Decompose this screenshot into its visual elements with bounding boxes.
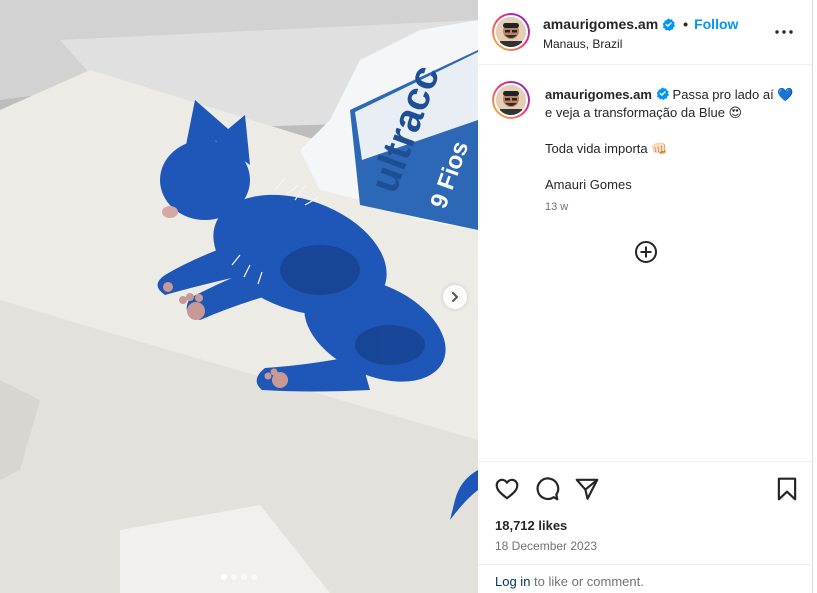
caption-timestamp[interactable]: 13 w xyxy=(545,201,568,213)
more-options-icon xyxy=(775,30,793,34)
login-link[interactable]: Log in xyxy=(495,574,530,589)
carousel-dots xyxy=(0,574,478,580)
caption-line: Toda vida importa 👊🏻 xyxy=(545,141,668,156)
caption-line: Amauri Gomes xyxy=(545,177,632,192)
caption-text: amaurigomes.am Passa pro lado aí 💙 e vej… xyxy=(545,86,800,194)
avatar-image xyxy=(496,85,526,115)
post-panel: amaurigomes.am • Follow Manaus, Brazil a… xyxy=(478,0,813,593)
post-actions: 18,712 likes 18 December 2023 xyxy=(478,461,813,561)
separator-dot: • xyxy=(683,16,689,32)
avatar[interactable] xyxy=(492,81,530,119)
username[interactable]: amaurigomes.am xyxy=(543,16,658,32)
bookmark-icon xyxy=(777,477,797,501)
avatar-image xyxy=(496,17,526,47)
post-photo: ultracc 9 Fios xyxy=(0,0,478,593)
post-media[interactable]: ultracc 9 Fios xyxy=(0,0,478,593)
carousel-next-button[interactable] xyxy=(443,285,467,309)
save-button[interactable] xyxy=(774,476,800,502)
location-link[interactable]: Manaus, Brazil xyxy=(543,37,622,51)
plus-circle-icon xyxy=(635,241,657,263)
load-more-comments-button[interactable] xyxy=(634,240,658,264)
carousel-dot xyxy=(251,574,257,580)
login-prompt-text: to like or comment. xyxy=(530,574,644,589)
carousel-dot xyxy=(241,574,247,580)
post-header: amaurigomes.am • Follow Manaus, Brazil xyxy=(478,0,812,65)
carousel-dot xyxy=(231,574,237,580)
caption-username[interactable]: amaurigomes.am xyxy=(545,87,652,102)
avatar[interactable] xyxy=(492,13,530,51)
comment-button[interactable] xyxy=(534,476,560,502)
header-user-row: amaurigomes.am • Follow xyxy=(543,16,738,32)
share-button[interactable] xyxy=(574,476,600,502)
caption-section: amaurigomes.am Passa pro lado aí 💙 e vej… xyxy=(478,66,813,461)
like-button[interactable] xyxy=(494,476,520,502)
comment-icon xyxy=(536,477,560,501)
likes-count[interactable]: 18,712 likes xyxy=(495,518,567,533)
heart-icon xyxy=(495,478,519,500)
verified-badge-icon xyxy=(656,87,669,100)
share-icon xyxy=(575,478,599,500)
carousel-dot xyxy=(221,574,227,580)
login-prompt: Log in to like or comment. xyxy=(478,564,813,593)
chevron-right-icon xyxy=(452,292,458,302)
verified-badge-icon xyxy=(662,17,676,31)
more-options-button[interactable] xyxy=(774,22,794,42)
follow-button[interactable]: Follow xyxy=(694,16,738,32)
post-date[interactable]: 18 December 2023 xyxy=(495,539,597,553)
